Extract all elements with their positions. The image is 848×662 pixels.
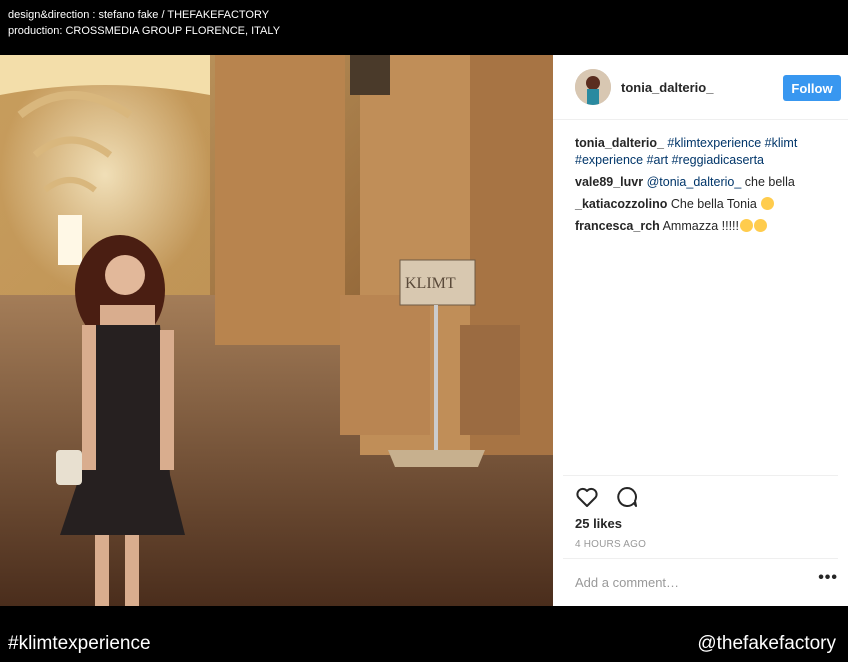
credits: design&direction : stefano fake / THEFAK… xyxy=(8,7,280,39)
caption: tonia_dalterio_ #klimtexperience #klimt … xyxy=(575,135,838,169)
comment-item: _katiacozzolino Che bella Tonia xyxy=(575,196,838,213)
username[interactable]: tonia_dalterio_ xyxy=(621,80,713,95)
likes-count[interactable]: 25 likes xyxy=(575,516,622,531)
heart-eyes-emoji-icon xyxy=(761,197,775,210)
comment-user[interactable]: francesca_rch xyxy=(575,219,660,233)
more-options-icon[interactable]: ••• xyxy=(818,569,838,587)
post-photo[interactable]: KLIMT xyxy=(0,55,553,606)
heart-icon[interactable] xyxy=(575,485,599,514)
timestamp: 4 HOURS AGO xyxy=(575,539,647,550)
photo-illustration: KLIMT xyxy=(0,55,553,606)
comment-icon[interactable] xyxy=(615,485,639,514)
comment-user[interactable]: _katiacozzolino xyxy=(575,197,667,211)
comment-mention[interactable]: @tonia_dalterio_ xyxy=(647,175,742,189)
comments-list: tonia_dalterio_ #klimtexperience #klimt … xyxy=(575,135,838,240)
credit-line-1: design&direction : stefano fake / THEFAK… xyxy=(8,9,270,21)
comment-text: Ammazza !!!!! xyxy=(662,219,739,233)
avatar[interactable] xyxy=(575,69,611,105)
comment-item: vale89_luvr @tonia_dalterio_ che bella xyxy=(575,174,838,191)
action-icons xyxy=(575,485,651,511)
post-panel: tonia_dalterio_ Follow tonia_dalterio_ #… xyxy=(553,55,848,606)
comment-user[interactable]: vale89_luvr xyxy=(575,175,643,189)
footer-handle: @thefakefactory xyxy=(697,633,836,654)
heart-eyes-emoji-icon xyxy=(739,219,753,232)
post-header: tonia_dalterio_ Follow xyxy=(553,55,848,120)
follow-button[interactable]: Follow xyxy=(783,75,841,101)
comment-item: francesca_rch Ammazza !!!!! xyxy=(575,218,838,235)
credit-line-2: production: CROSSMEDIA GROUP FLORENCE, I… xyxy=(8,25,281,37)
footer-hashtag: #klimtexperience xyxy=(8,633,151,654)
divider xyxy=(563,558,838,559)
divider xyxy=(563,475,838,476)
add-comment-input[interactable]: Add a comment… xyxy=(575,575,679,590)
caption-user[interactable]: tonia_dalterio_ xyxy=(575,136,664,150)
comment-text: che bella xyxy=(741,175,795,189)
kiss-emoji-icon xyxy=(753,219,767,232)
avatar-image xyxy=(575,69,611,105)
klimt-sign-text: KLIMT xyxy=(405,275,456,292)
comment-text: Che bella Tonia xyxy=(670,197,757,211)
